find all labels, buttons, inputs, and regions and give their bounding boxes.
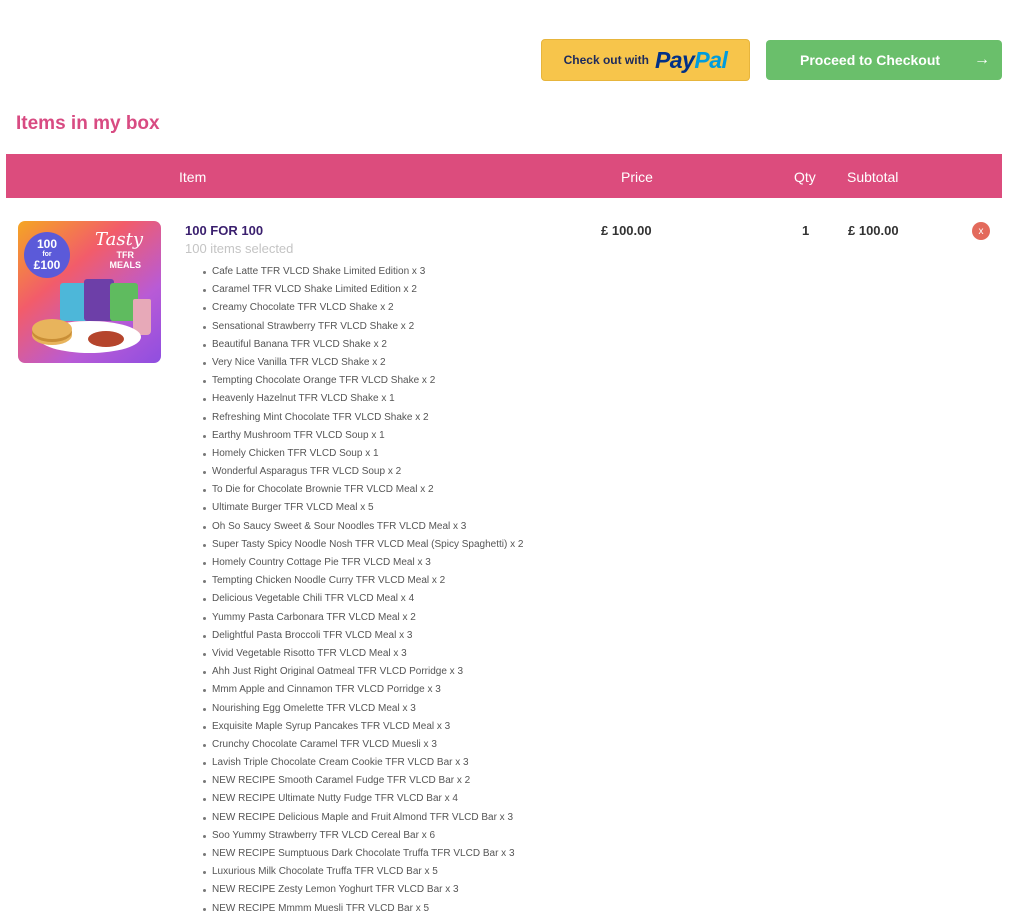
pancake-icon (32, 319, 72, 339)
list-item: Ultimate Burger TFR VLCD Meal x 5 (198, 499, 523, 517)
list-item: Nourishing Egg Omelette TFR VLCD Meal x … (198, 700, 523, 718)
list-item: Tempting Chocolate Orange TFR VLCD Shake… (198, 372, 523, 390)
checkout-actions: Check out with PayPal Proceed to Checkou… (541, 39, 1002, 81)
arrow-right-icon: → (974, 51, 990, 68)
list-item: Vivid Vegetable Risotto TFR VLCD Meal x … (198, 645, 523, 663)
list-item: NEW RECIPE Mmmm Muesli TFR VLCD Bar x 5 (198, 900, 523, 918)
box-contents-list: Cafe Latte TFR VLCD Shake Limited Editio… (198, 263, 523, 918)
list-item: Ahh Just Right Original Oatmeal TFR VLCD… (198, 663, 523, 681)
list-item: Lavish Triple Chocolate Cream Cookie TFR… (198, 754, 523, 772)
list-item: Delightful Pasta Broccoli TFR VLCD Meal … (198, 627, 523, 645)
product-price: £ 100.00 (601, 223, 652, 238)
list-item: Caramel TFR VLCD Shake Limited Edition x… (198, 281, 523, 299)
product-qty: 1 (802, 223, 810, 238)
paypal-button-text: Check out with (563, 53, 649, 67)
list-item: NEW RECIPE Sumptuous Dark Chocolate Truf… (198, 845, 523, 863)
page-title: Items in my box (16, 113, 160, 134)
checkout-button-label: Proceed to Checkout (800, 52, 941, 68)
list-item: Mmm Apple and Cinnamon TFR VLCD Porridge… (198, 681, 523, 699)
list-item: Wonderful Asparagus TFR VLCD Soup x 2 (198, 463, 523, 481)
list-item: Crunchy Chocolate Caramel TFR VLCD Muesl… (198, 736, 523, 754)
items-selected-count: 100 items selected (185, 241, 294, 256)
header-qty: Qty (794, 169, 816, 185)
list-item: Super Tasty Spicy Noodle Nosh TFR VLCD M… (198, 536, 523, 554)
list-item: Tempting Chicken Noodle Curry TFR VLCD M… (198, 572, 523, 590)
list-item: Delicious Vegetable Chili TFR VLCD Meal … (198, 590, 523, 608)
list-item: Heavenly Hazelnut TFR VLCD Shake x 1 (198, 390, 523, 408)
product-image: 100 for £100 Tasty TFR MEALS (18, 221, 161, 363)
proceed-to-checkout-button[interactable]: Proceed to Checkout → (766, 40, 1002, 80)
list-item: To Die for Chocolate Brownie TFR VLCD Me… (198, 481, 523, 499)
product-subtotal: £ 100.00 (848, 223, 899, 238)
badge-line3: £100 (33, 258, 61, 272)
list-item: NEW RECIPE Zesty Lemon Yoghurt TFR VLCD … (198, 881, 523, 899)
header-item: Item (179, 169, 207, 185)
list-item: NEW RECIPE Delicious Maple and Fruit Alm… (198, 809, 523, 827)
tfr-meals-label: TFR MEALS (109, 250, 142, 271)
brand-logo-text: Tasty (95, 229, 143, 250)
list-item: NEW RECIPE Smooth Caramel Fudge TFR VLCD… (198, 772, 523, 790)
list-item: Beautiful Banana TFR VLCD Shake x 2 (198, 336, 523, 354)
list-item: Homely Chicken TFR VLCD Soup x 1 (198, 445, 523, 463)
list-item: Cafe Latte TFR VLCD Shake Limited Editio… (198, 263, 523, 281)
list-item: Exquisite Maple Syrup Pancakes TFR VLCD … (198, 718, 523, 736)
list-item: Creamy Chocolate TFR VLCD Shake x 2 (198, 299, 523, 317)
product-name[interactable]: 100 FOR 100 (185, 223, 263, 238)
paypal-checkout-button[interactable]: Check out with PayPal (541, 39, 750, 81)
badge-line1: 100 (36, 237, 58, 251)
paypal-logo-pal: Pal (694, 46, 728, 73)
tfr-line2: MEALS (109, 259, 142, 270)
list-item: Refreshing Mint Chocolate TFR VLCD Shake… (198, 409, 523, 427)
paypal-logo-pay: Pay (654, 46, 695, 73)
list-item: Soo Yummy Strawberry TFR VLCD Cereal Bar… (198, 827, 523, 845)
badge-line2: for (42, 251, 52, 258)
offer-badge: 100 for £100 (24, 232, 70, 278)
list-item: Oh So Saucy Sweet & Sour Noodles TFR VLC… (198, 518, 523, 536)
list-item: Sensational Strawberry TFR VLCD Shake x … (198, 318, 523, 336)
cart-table-header: Item Price Qty Subtotal (6, 154, 1002, 198)
paypal-logo: PayPal (654, 46, 728, 74)
list-item: Yummy Pasta Carbonara TFR VLCD Meal x 2 (198, 609, 523, 627)
list-item: NEW RECIPE Ultimate Nutty Fudge TFR VLCD… (198, 790, 523, 808)
header-price: Price (621, 169, 653, 185)
header-subtotal: Subtotal (847, 169, 899, 185)
list-item: Homely Country Cottage Pie TFR VLCD Meal… (198, 554, 523, 572)
list-item: Luxurious Milk Chocolate Truffa TFR VLCD… (198, 863, 523, 881)
list-item: Earthy Mushroom TFR VLCD Soup x 1 (198, 427, 523, 445)
list-item: Very Nice Vanilla TFR VLCD Shake x 2 (198, 354, 523, 372)
meal-icon (88, 331, 124, 347)
remove-item-button[interactable]: x (972, 222, 990, 240)
